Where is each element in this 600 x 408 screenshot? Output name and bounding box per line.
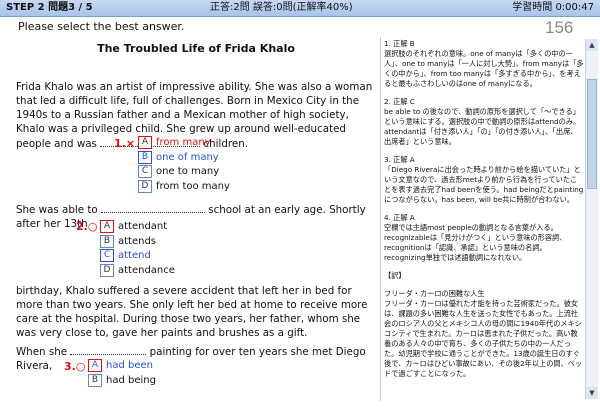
scroll-thumb[interactable] — [587, 79, 597, 189]
result-mark-2: 2.○ — [76, 220, 98, 233]
option-letter-box: B — [88, 373, 102, 387]
option-2a[interactable]: Aattendant — [100, 220, 175, 233]
option-text: one to many — [156, 166, 220, 177]
option-letter-box: B — [100, 234, 114, 248]
passage-text: When she — [16, 346, 71, 358]
option-2b[interactable]: Battends — [100, 234, 175, 248]
option-letter-box: D — [138, 179, 152, 193]
explanation-panel: 1. 正解 B 選択肢のそれぞれの意味。one of manyは「多くの中の一人… — [384, 39, 584, 399]
explanation-4: 4. 正解 A 空欄では主語most peopleの動詞となる言葉が入る。rec… — [384, 213, 567, 262]
option-text: one of many — [156, 151, 219, 163]
option-text: from too many — [156, 180, 230, 192]
option-text: had been — [106, 360, 153, 371]
option-1c[interactable]: Cone to many — [138, 165, 230, 178]
answer-options-2: Aattendant Battends Cattend Dattendance — [100, 220, 175, 278]
option-3a[interactable]: Ahad been — [88, 359, 156, 372]
study-timer: 学習時間 0:00:47 — [512, 2, 594, 13]
option-letter-box: A — [88, 359, 102, 372]
option-letter-box: C — [100, 249, 114, 262]
option-text: attendance — [118, 264, 175, 276]
scroll-down-icon[interactable]: ▼ — [586, 387, 598, 399]
answer-options-1: Afrom many Bone of many Cone to many Dfr… — [138, 136, 230, 194]
answer-blank-2 — [100, 202, 205, 213]
option-letter-box: B — [138, 150, 152, 164]
option-text: attendant — [118, 221, 168, 232]
panel-divider — [380, 37, 381, 401]
answer-options-3: Ahad been Bhad being — [88, 359, 156, 388]
question-number: 156 — [545, 18, 574, 37]
passage-paragraph-3: birthday, Khalo suffered a severe accide… — [16, 285, 368, 339]
option-letter-box: A — [138, 136, 152, 149]
option-2d[interactable]: Dattendance — [100, 263, 175, 277]
option-letter-box: A — [100, 220, 114, 233]
option-letter-box: C — [138, 165, 152, 178]
option-1b[interactable]: Bone of many — [138, 150, 230, 164]
header-bar: STEP 2 問題3 / 5 正答:2問 誤答:0問(正解率40%) 学習時間 … — [0, 0, 600, 17]
option-text: from many — [156, 137, 211, 148]
result-mark-3: 3.○ — [64, 360, 86, 373]
option-text: had being — [106, 374, 156, 386]
option-1d[interactable]: Dfrom too many — [138, 179, 230, 193]
translation-heading: 【訳】 — [384, 271, 406, 280]
passage-panel: The Troubled Life of Frida Khalo Frida K… — [14, 38, 378, 400]
explanation-1: 1. 正解 B 選択肢のそれぞれの意味。one of manyは「多くの中の一人… — [384, 39, 584, 88]
step-label: STEP 2 問題3 / 5 — [6, 2, 93, 13]
passage-text: She was able to — [16, 204, 101, 216]
explanation-3: 3. 正解 A 「Diego Riveraに出会った時より前から絵を描いていた」… — [384, 155, 584, 204]
translation-text: フリーダ・カーロの困難な人生 フリーダ・カーロは優れた才能を持った芸術家だった。… — [384, 289, 583, 378]
answer-blank-3 — [70, 344, 147, 355]
option-text: attend — [118, 250, 151, 261]
option-3b[interactable]: Bhad being — [88, 373, 156, 387]
option-letter-box: D — [100, 263, 114, 277]
score-stats: 正答:2問 誤答:0問(正解率40%) — [210, 2, 353, 13]
explanation-2: 2. 正解 C be able to の後なので、動詞の原形を選択して「〜できる… — [384, 97, 581, 146]
option-1a[interactable]: Afrom many — [138, 136, 230, 149]
option-2c[interactable]: Cattend — [100, 249, 175, 262]
result-mark-1: 1.× — [114, 137, 136, 150]
passage-paragraph-2: She was able to school at an early age. … — [16, 202, 376, 231]
instruction-text: Please select the best answer. — [18, 20, 185, 33]
option-text: attends — [118, 235, 157, 247]
scroll-up-icon[interactable]: ▲ — [586, 39, 598, 51]
passage-title: The Troubled Life of Frida Khalo — [97, 42, 295, 55]
explanation-scrollbar[interactable]: ▲ ▼ — [585, 39, 598, 399]
